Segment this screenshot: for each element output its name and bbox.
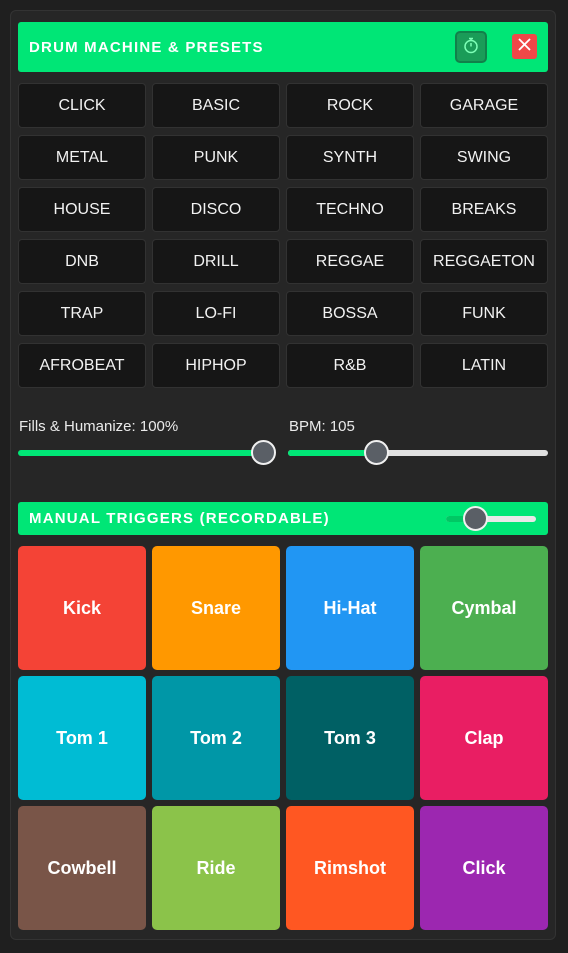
manual-triggers-header: MANUAL TRIGGERS (RECORDABLE) bbox=[18, 502, 548, 535]
trigger-pad[interactable]: Clap bbox=[420, 676, 548, 800]
preset-button[interactable]: GARAGE bbox=[420, 83, 548, 128]
preset-button[interactable]: LO-FI bbox=[152, 291, 280, 336]
trigger-pad[interactable]: Cowbell bbox=[18, 806, 146, 930]
trigger-pad[interactable]: Tom 1 bbox=[18, 676, 146, 800]
preset-button[interactable]: METAL bbox=[18, 135, 146, 180]
drum-machine-header: DRUM MACHINE & PRESETS bbox=[18, 22, 548, 72]
metronome-button[interactable] bbox=[455, 31, 487, 63]
trigger-pad-grid: Kick Snare Hi-Hat Cymbal Tom 1 Tom 2 Tom 3 Clap… bbox=[18, 546, 548, 930]
preset-button[interactable]: DISCO bbox=[152, 187, 280, 232]
trigger-pad[interactable]: Tom 3 bbox=[286, 676, 414, 800]
trigger-pad[interactable]: Rimshot bbox=[286, 806, 414, 930]
fills-slider-track[interactable] bbox=[18, 450, 263, 456]
preset-button[interactable]: DNB bbox=[18, 239, 146, 284]
trigger-pad[interactable]: Ride bbox=[152, 806, 280, 930]
preset-button[interactable]: REGGAETON bbox=[420, 239, 548, 284]
panel-title: DRUM MACHINE & PRESETS bbox=[29, 38, 264, 56]
preset-button[interactable]: DRILL bbox=[152, 239, 280, 284]
fills-slider-thumb[interactable] bbox=[251, 440, 276, 465]
preset-button[interactable]: SYNTH bbox=[286, 135, 414, 180]
preset-button[interactable]: HOUSE bbox=[18, 187, 146, 232]
fills-label: Fills & Humanize: 100% bbox=[19, 418, 179, 435]
preset-button[interactable]: BOSSA bbox=[286, 291, 414, 336]
trigger-pad[interactable]: Kick bbox=[18, 546, 146, 670]
preset-button[interactable]: TECHNO bbox=[286, 187, 414, 232]
preset-button[interactable]: PUNK bbox=[152, 135, 280, 180]
preset-button[interactable]: ROCK bbox=[286, 83, 414, 128]
trigger-pad[interactable]: Hi-Hat bbox=[286, 546, 414, 670]
bpm-slider-fill bbox=[288, 450, 377, 456]
preset-button[interactable]: AFROBEAT bbox=[18, 343, 146, 388]
preset-button[interactable]: SWING bbox=[420, 135, 548, 180]
close-button[interactable] bbox=[512, 34, 537, 59]
stopwatch-icon bbox=[462, 36, 480, 59]
preset-button[interactable]: FUNK bbox=[420, 291, 548, 336]
preset-button[interactable]: TRAP bbox=[18, 291, 146, 336]
volume-slider-thumb[interactable] bbox=[462, 506, 488, 531]
preset-button[interactable]: BREAKS bbox=[420, 187, 548, 232]
manual-triggers-title: MANUAL TRIGGERS (RECORDABLE) bbox=[29, 510, 330, 527]
preset-button[interactable]: CLICK bbox=[18, 83, 146, 128]
trigger-pad[interactable]: Click bbox=[420, 806, 548, 930]
preset-button[interactable]: BASIC bbox=[152, 83, 280, 128]
preset-button[interactable]: R&B bbox=[286, 343, 414, 388]
preset-button[interactable]: REGGAE bbox=[286, 239, 414, 284]
bpm-label: BPM: 105 bbox=[289, 418, 355, 435]
preset-button[interactable]: LATIN bbox=[420, 343, 548, 388]
trigger-pad[interactable]: Snare bbox=[152, 546, 280, 670]
preset-button[interactable]: HIPHOP bbox=[152, 343, 280, 388]
preset-grid: CLICK BASIC ROCK GARAGE METAL PUNK SYNTH SWING H… bbox=[18, 83, 548, 388]
close-icon bbox=[517, 37, 532, 57]
trigger-pad[interactable]: Cymbal bbox=[420, 546, 548, 670]
trigger-pad[interactable]: Tom 2 bbox=[152, 676, 280, 800]
